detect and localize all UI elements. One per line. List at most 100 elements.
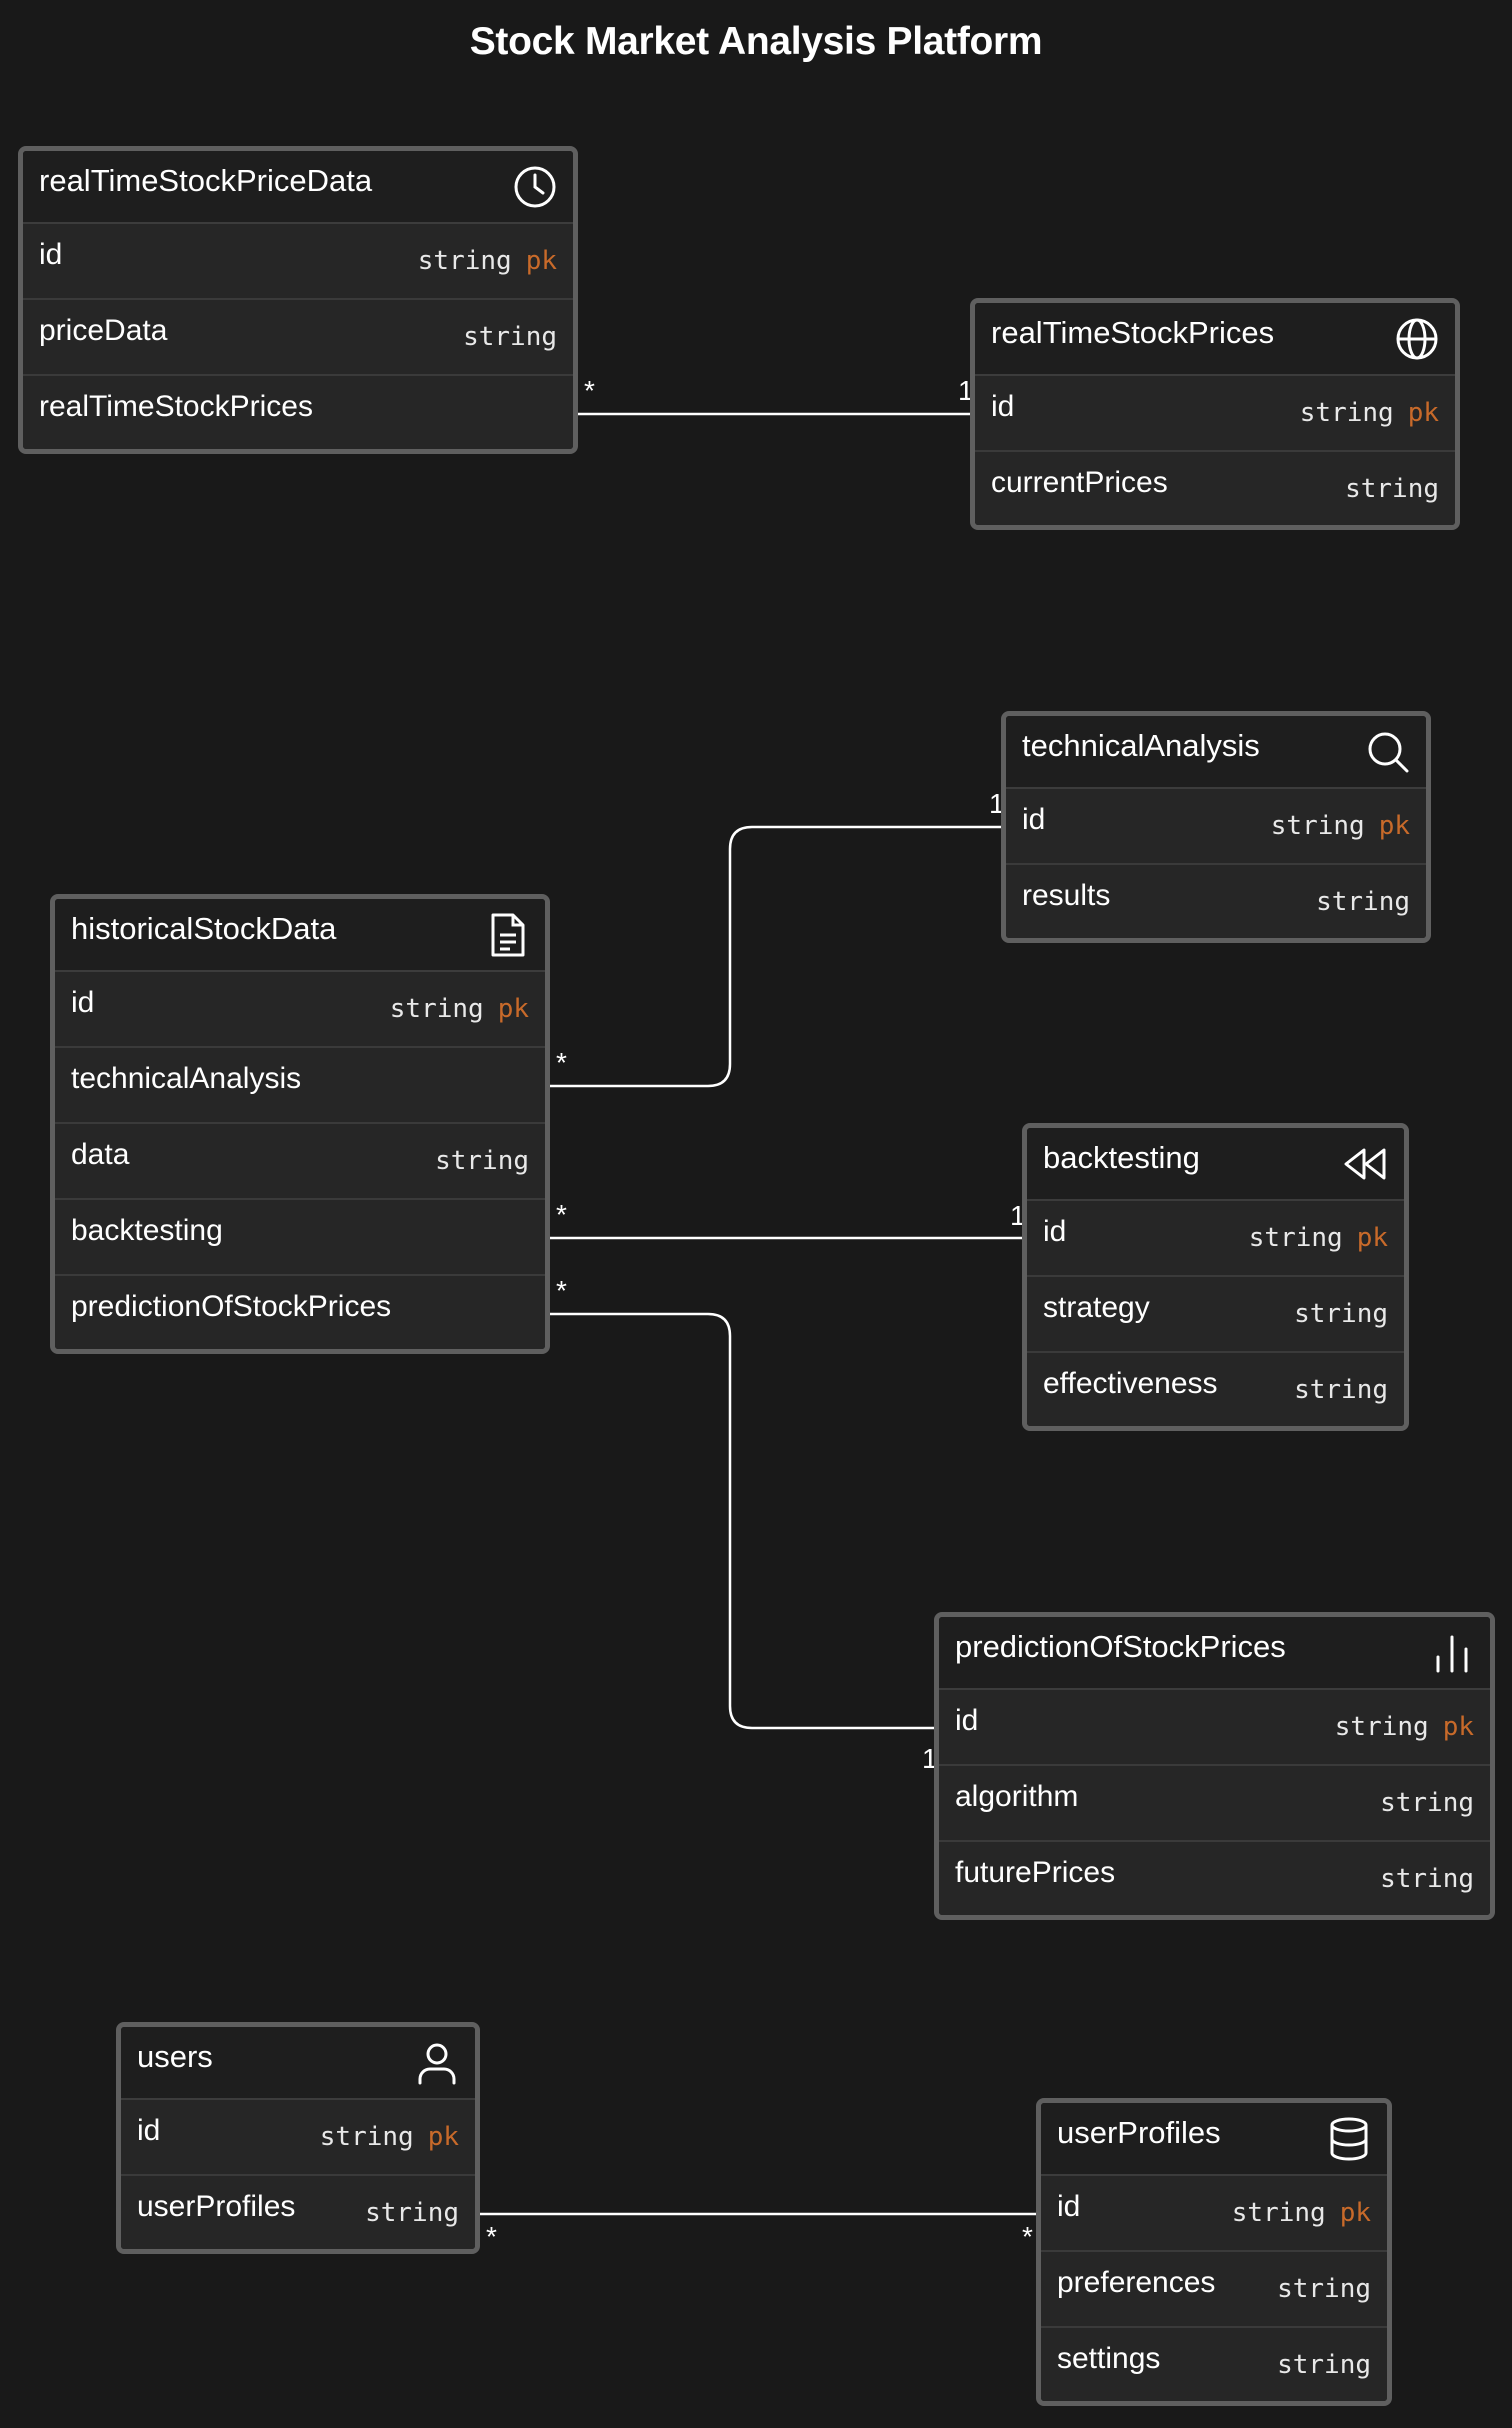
field-name: id (991, 390, 1015, 423)
database-icon (1325, 2115, 1373, 2163)
field-type: string (1270, 811, 1365, 841)
field-name: id (137, 2114, 161, 2147)
field-row: results string (1006, 865, 1426, 938)
primary-key-badge: pk (525, 246, 557, 276)
field-name: strategy (1043, 1291, 1150, 1324)
field-type: string (389, 994, 484, 1024)
field-type: string (1277, 2350, 1371, 2380)
field-type: string (417, 246, 512, 276)
field-name: data (71, 1138, 130, 1171)
rewind-icon (1342, 1140, 1390, 1188)
field-type: string (435, 1146, 529, 1176)
field-name: id (1057, 2190, 1081, 2223)
entity-technical-analysis[interactable]: technicalAnalysis id string pk results string (1001, 711, 1431, 943)
entity-name: realTimeStockPrices (991, 315, 1275, 350)
field-name: priceData (39, 314, 168, 347)
entity-name: historicalStockData (71, 911, 337, 946)
entity-name: predictionOfStockPrices (955, 1629, 1286, 1664)
field-meta: string (1380, 1864, 1474, 1894)
field-type: string (1248, 1223, 1343, 1253)
field-row: priceData string (23, 300, 573, 376)
entity-real-time-stock-prices[interactable]: realTimeStockPrices id string pk currentPric… (970, 298, 1460, 530)
primary-key-badge: pk (1339, 2198, 1371, 2228)
globe-icon (1393, 315, 1441, 363)
field-name: settings (1057, 2342, 1161, 2375)
primary-key-badge: pk (1407, 398, 1439, 428)
field-row: predictionOfStockPrices (55, 1276, 545, 1349)
field-name: realTimeStockPrices (39, 390, 313, 423)
entity-historical-stock-data[interactable]: historicalStockData id string pk technicalAn… (50, 894, 550, 1354)
field-meta: string pk (1232, 2198, 1371, 2228)
primary-key-badge: pk (1442, 1712, 1474, 1742)
field-name: id (39, 238, 63, 271)
entity-header: userProfiles (1041, 2103, 1387, 2176)
field-name: algorithm (955, 1780, 1079, 1813)
cardinality-label: * (584, 375, 595, 406)
field-row: realTimeStockPrices (23, 376, 573, 449)
cardinality-label: * (556, 1199, 567, 1230)
field-type: string (319, 2122, 414, 2152)
primary-key-badge: pk (497, 994, 529, 1024)
entity-header: realTimeStockPriceData (23, 151, 573, 224)
field-row: userProfiles string (121, 2176, 475, 2249)
field-row: settings string (1041, 2328, 1387, 2401)
field-name: id (955, 1704, 979, 1737)
entity-name: backtesting (1043, 1140, 1200, 1175)
entity-user-profiles[interactable]: userProfiles id string pk preferences string s… (1036, 2098, 1392, 2406)
field-row: strategy string (1027, 1277, 1404, 1353)
entity-header: backtesting (1027, 1128, 1404, 1201)
field-name: predictionOfStockPrices (71, 1290, 392, 1323)
relationship-line (540, 1312, 944, 1730)
field-name: userProfiles (137, 2190, 296, 2223)
field-type: string (1277, 2274, 1371, 2304)
field-meta: string (435, 1146, 529, 1176)
field-type: string (1380, 1788, 1474, 1818)
primary-key-badge: pk (1356, 1223, 1388, 1253)
field-type: string (1316, 887, 1410, 917)
field-row: backtesting (55, 1200, 545, 1276)
field-meta: string pk (1271, 811, 1410, 841)
field-row: id string pk (939, 1690, 1490, 1766)
document-icon (483, 911, 531, 959)
field-name: id (1022, 803, 1046, 836)
entity-header: users (121, 2027, 475, 2100)
primary-key-badge: pk (427, 2122, 459, 2152)
relationship-line (540, 825, 1011, 1088)
field-meta: string (463, 322, 557, 352)
field-row: id string pk (23, 224, 573, 300)
field-type: string (1299, 398, 1394, 428)
field-name: id (71, 986, 95, 1019)
field-type: string (365, 2198, 459, 2228)
field-meta: string pk (390, 994, 529, 1024)
field-type: string (1231, 2198, 1326, 2228)
entity-name: users (137, 2039, 213, 2074)
field-row: data string (55, 1124, 545, 1200)
field-type: string (1294, 1299, 1388, 1329)
field-row: id string pk (55, 972, 545, 1048)
entity-name: technicalAnalysis (1022, 728, 1260, 763)
field-meta: string (365, 2198, 459, 2228)
field-meta: string pk (418, 246, 557, 276)
entity-backtesting[interactable]: backtesting id string pk strategy string effec… (1022, 1123, 1409, 1431)
field-row: currentPrices string (975, 452, 1455, 525)
search-icon (1364, 728, 1412, 776)
field-row: preferences string (1041, 2252, 1387, 2328)
entity-users[interactable]: users id string pk userProfiles string (116, 2022, 480, 2254)
entity-prediction-of-stock-prices[interactable]: predictionOfStockPrices id string pk algorit… (934, 1612, 1495, 1920)
field-name: technicalAnalysis (71, 1062, 302, 1095)
user-icon (413, 2039, 461, 2087)
field-type: string (1334, 1712, 1429, 1742)
field-meta: string (1277, 2350, 1371, 2380)
field-meta: string pk (320, 2122, 459, 2152)
field-meta: string (1316, 887, 1410, 917)
field-meta: string pk (1249, 1223, 1388, 1253)
field-row: algorithm string (939, 1766, 1490, 1842)
field-name: effectiveness (1043, 1367, 1218, 1400)
field-row: id string pk (1041, 2176, 1387, 2252)
field-row: id string pk (121, 2100, 475, 2176)
entity-header: predictionOfStockPrices (939, 1617, 1490, 1690)
field-row: id string pk (975, 376, 1455, 452)
field-type: string (1294, 1375, 1388, 1405)
entity-real-time-stock-price-data[interactable]: realTimeStockPriceData id string pk priceDat… (18, 146, 578, 454)
field-name: results (1022, 879, 1111, 912)
